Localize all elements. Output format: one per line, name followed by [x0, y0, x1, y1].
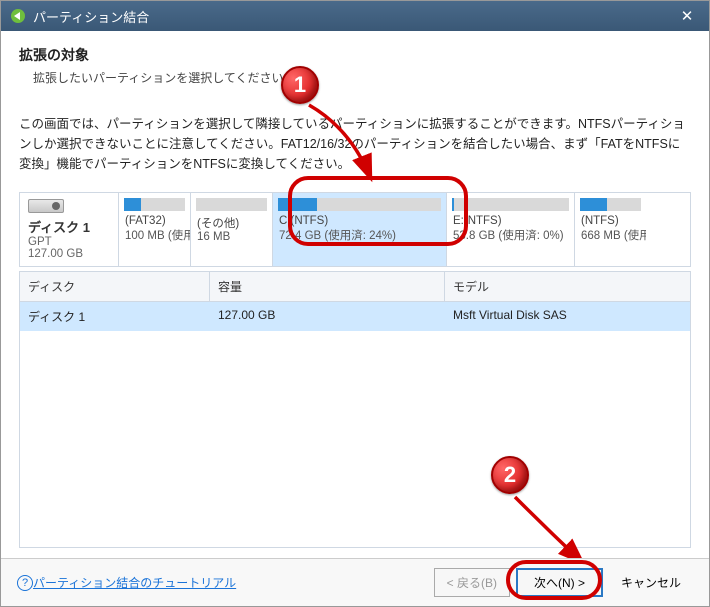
usage-bar	[580, 198, 641, 211]
tutorial-link[interactable]: パーティション結合のチュートリアル	[33, 574, 236, 591]
table-row[interactable]: ディスク 1127.00 GBMsft Virtual Disk SAS	[20, 302, 690, 331]
col-header-model[interactable]: モデル	[445, 272, 690, 301]
callout-2: 2	[491, 456, 529, 494]
description-text: この画面では、パーティションを選択して隣接しているパーティションに拡張することが…	[19, 114, 691, 174]
usage-bar	[452, 198, 569, 211]
back-button[interactable]: < 戻る(B)	[434, 568, 510, 597]
next-button[interactable]: 次へ(N) >	[516, 568, 603, 597]
help-icon: ?	[17, 575, 33, 591]
disk-scheme: GPT	[28, 236, 52, 248]
callout-1: 1	[281, 66, 319, 104]
titlebar: パーティション結合 ✕	[1, 1, 709, 31]
dialog-window: パーティション結合 ✕ 拡張の対象 拡張したいパーティションを選択してください。…	[0, 0, 710, 607]
partition-label: (その他)	[191, 215, 272, 231]
partition-block[interactable]: C:(NTFS)72.4 GB (使用済: 24%)	[272, 193, 446, 266]
partition-sub: 72.4 GB (使用済: 24%)	[273, 227, 446, 243]
usage-bar	[124, 198, 185, 211]
partition-label: (FAT32)	[119, 215, 190, 227]
partition-label: C:(NTFS)	[273, 215, 446, 227]
disk-icon	[28, 199, 64, 213]
partition-label: (NTFS)	[575, 215, 646, 227]
window-title: パーティション結合	[33, 7, 149, 26]
footer: ? パーティション結合のチュートリアル < 戻る(B) 次へ(N) > キャンセ…	[1, 558, 709, 606]
partition-block[interactable]: (その他)16 MB	[190, 193, 272, 266]
partition-block[interactable]: (NTFS)668 MB (使用	[574, 193, 646, 266]
partition-block[interactable]: E:(NTFS)53.8 GB (使用済: 0%)	[446, 193, 574, 266]
content-area: 拡張の対象 拡張したいパーティションを選択してください。 この画面では、パーティ…	[1, 31, 709, 558]
cell-model: Msft Virtual Disk SAS	[445, 302, 690, 331]
disk-partition-row: ディスク 1 GPT 127.00 GB (FAT32)100 MB (使用(そ…	[19, 192, 691, 267]
disk-table: ディスク 容量 モデル ディスク 1127.00 GBMsft Virtual …	[19, 271, 691, 548]
partition-sub: 53.8 GB (使用済: 0%)	[447, 227, 574, 243]
cancel-button[interactable]: キャンセル	[609, 569, 693, 596]
cell-capacity: 127.00 GB	[210, 302, 445, 331]
partition-sub: 16 MB	[191, 231, 272, 243]
partition-sub: 668 MB (使用	[575, 227, 646, 243]
disk-capacity: 127.00 GB	[28, 248, 83, 260]
section-heading: 拡張の対象	[19, 45, 691, 65]
col-header-capacity[interactable]: 容量	[210, 272, 445, 301]
section-subtext: 拡張したいパーティションを選択してください。	[33, 69, 691, 86]
partition-sub: 100 MB (使用	[119, 227, 190, 243]
app-icon	[9, 7, 27, 25]
table-head: ディスク 容量 モデル	[20, 272, 690, 302]
disk-name: ディスク 1	[28, 217, 90, 236]
close-icon[interactable]: ✕	[673, 1, 701, 31]
disk-info: ディスク 1 GPT 127.00 GB	[20, 193, 118, 266]
cell-disk: ディスク 1	[20, 302, 210, 331]
partition-block[interactable]: (FAT32)100 MB (使用	[118, 193, 190, 266]
col-header-disk[interactable]: ディスク	[20, 272, 210, 301]
usage-bar	[196, 198, 267, 211]
table-body: ディスク 1127.00 GBMsft Virtual Disk SAS	[20, 302, 690, 547]
usage-bar	[278, 198, 441, 211]
partition-label: E:(NTFS)	[447, 215, 574, 227]
